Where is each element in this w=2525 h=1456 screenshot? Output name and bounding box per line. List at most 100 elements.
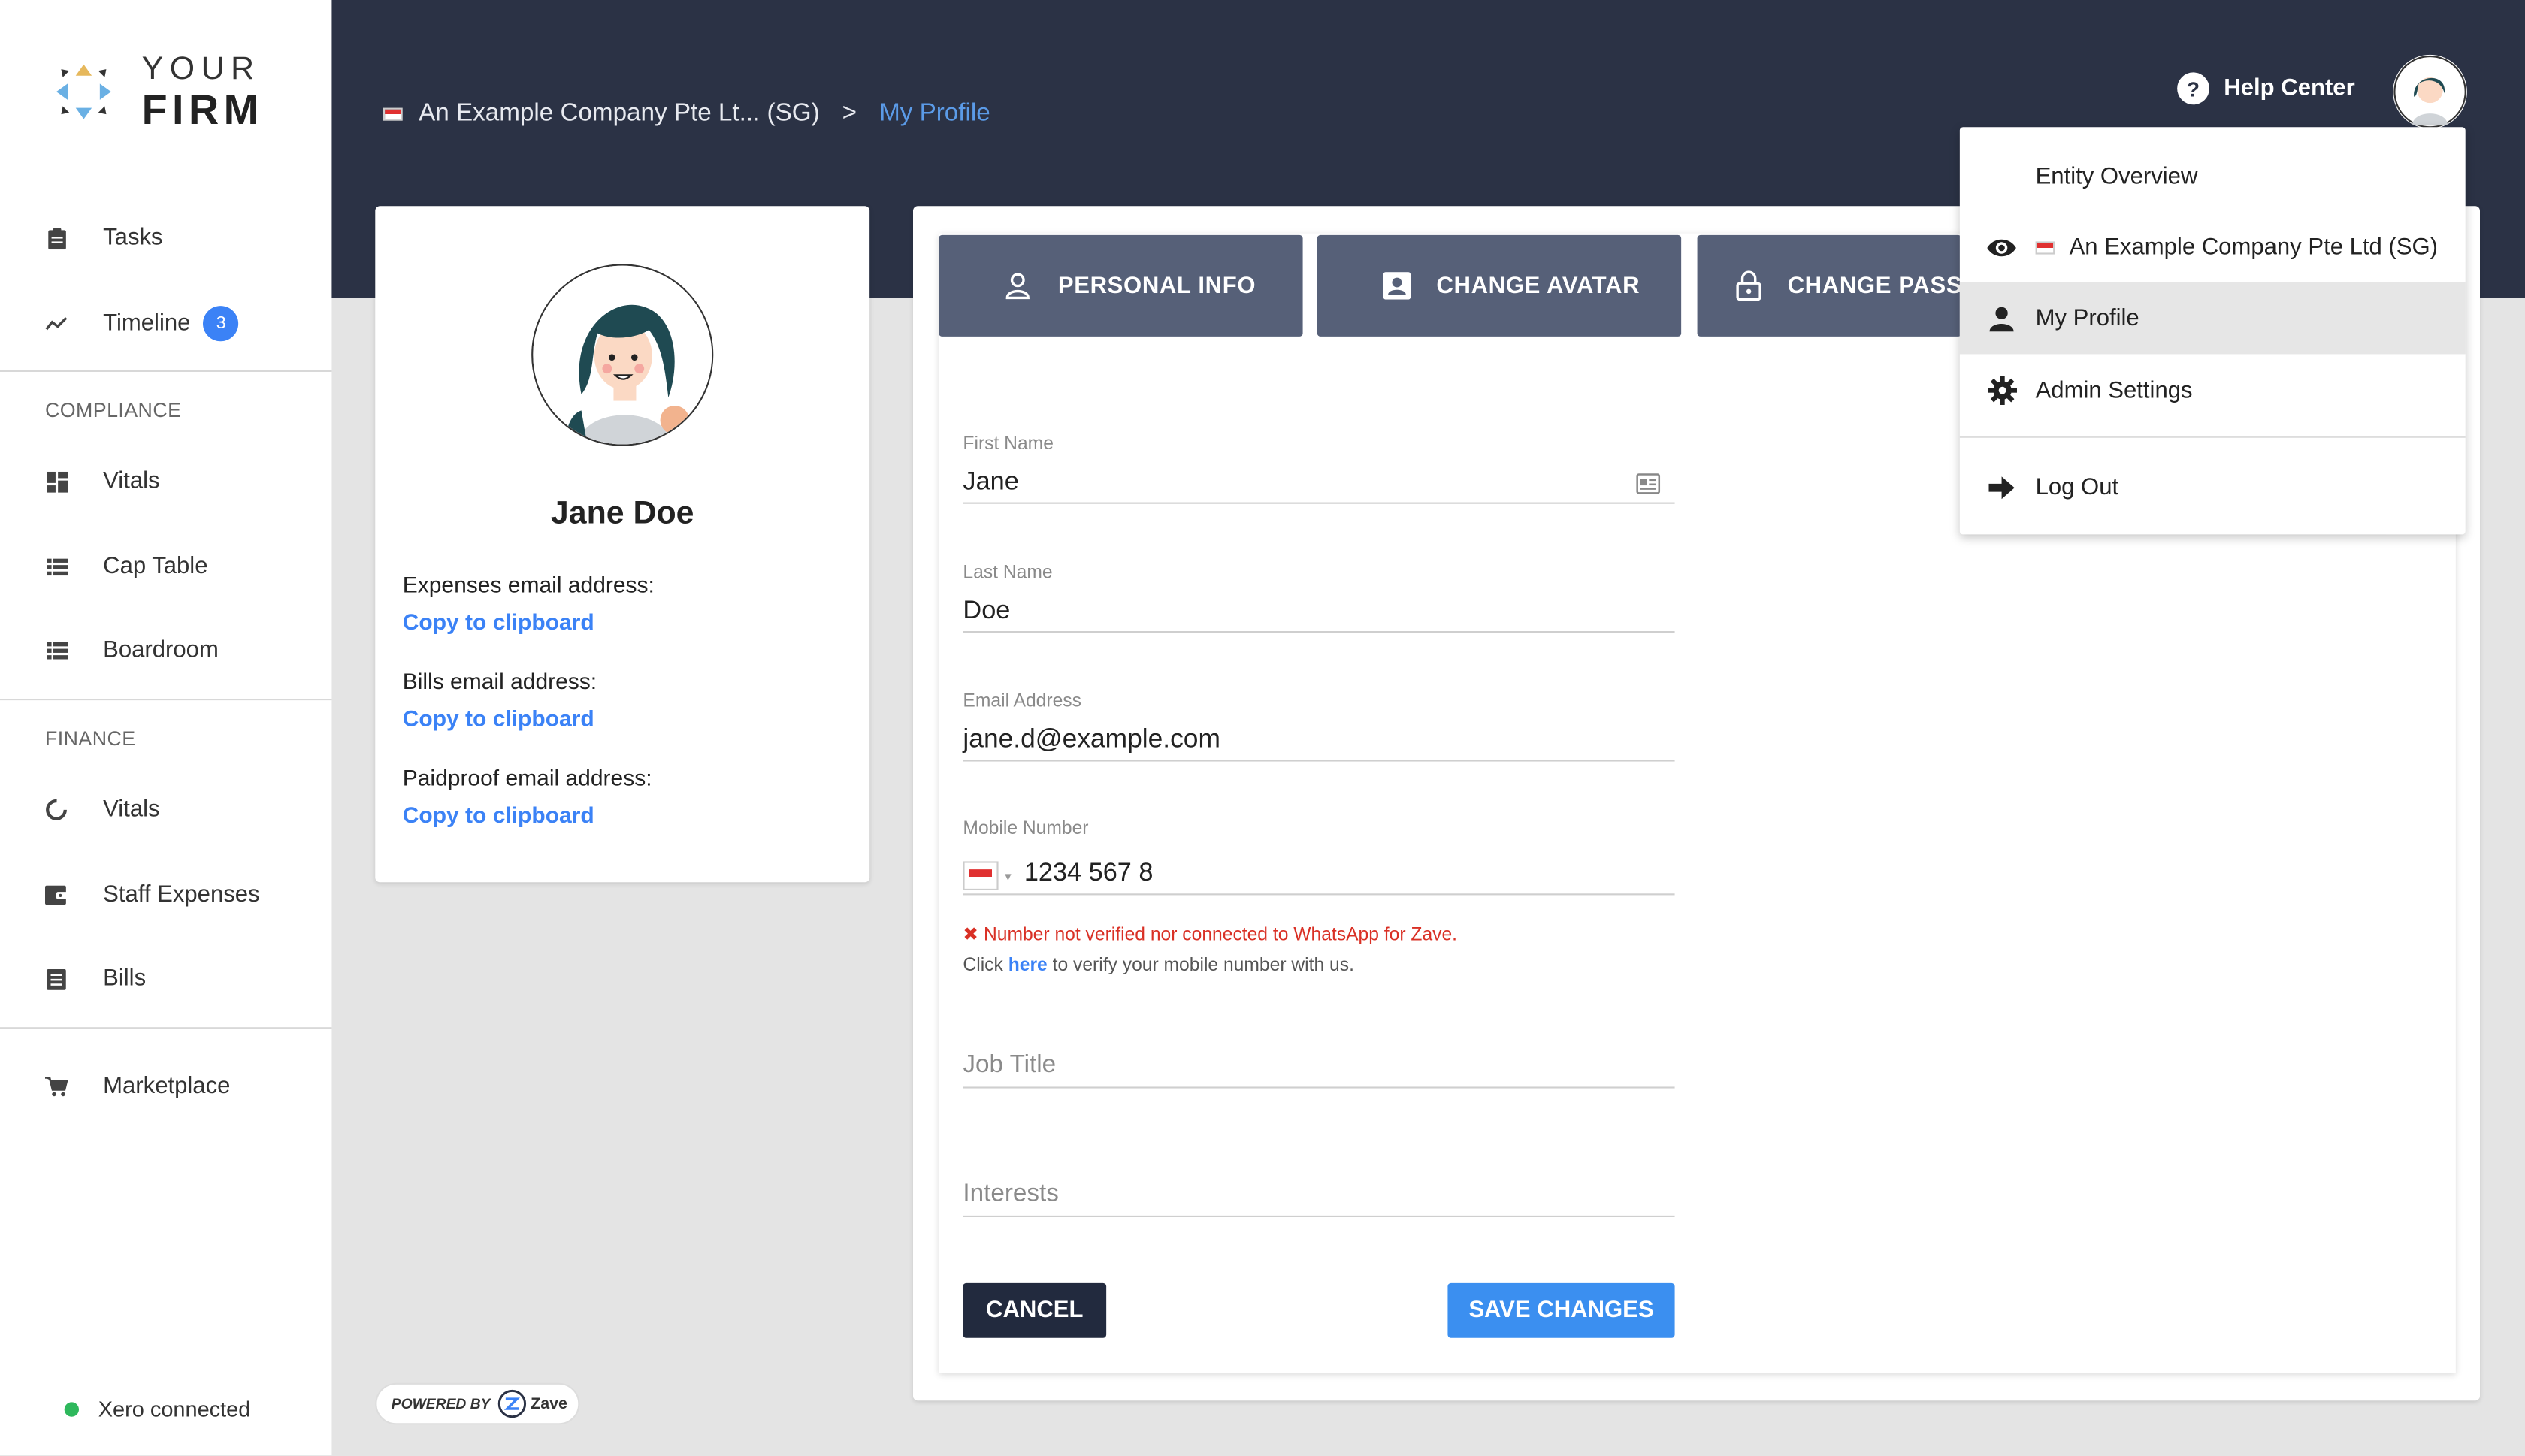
menu-item-log-out[interactable]: Log Out xyxy=(1960,451,2466,523)
person-icon xyxy=(1985,302,2018,334)
sidebar-item-marketplace[interactable]: Marketplace xyxy=(0,1055,331,1119)
interests-input[interactable]: Interests xyxy=(963,1180,1058,1210)
mobile-label: Mobile Number xyxy=(963,819,1089,839)
menu-divider xyxy=(1959,436,2466,438)
mobile-error-text: Number not verified nor connected to Wha… xyxy=(983,926,1458,945)
tab-personal-info[interactable]: PERSONAL INFO xyxy=(939,234,1303,337)
sidebar-item-staff-expenses[interactable]: Staff Expenses xyxy=(0,863,331,928)
sidebar-item-cap-table[interactable]: Cap Table xyxy=(0,534,331,599)
menu-item-my-profile[interactable]: My Profile xyxy=(1959,282,2466,355)
sidebar-item-label: Bills xyxy=(103,965,147,992)
job-title-input[interactable]: Job Title xyxy=(963,1051,1056,1080)
sidebar-item-timeline[interactable]: Timeline 3 xyxy=(0,292,331,356)
breadcrumb-company[interactable]: An Example Company Pte Lt... (SG) xyxy=(419,100,820,129)
divider xyxy=(0,1027,332,1029)
list-icon xyxy=(45,555,68,578)
divider xyxy=(0,699,332,701)
section-label-compliance: COMPLIANCE xyxy=(45,399,182,422)
sidebar-item-label: Tasks xyxy=(103,225,163,252)
menu-item-entity-overview[interactable]: Entity Overview xyxy=(1960,140,2466,212)
list-icon xyxy=(45,639,68,662)
sidebar-item-finance-vitals[interactable]: Vitals xyxy=(0,778,331,842)
tab-label: CHANGE AVATAR xyxy=(1436,273,1640,299)
email-underline xyxy=(963,760,1675,762)
chevron-down-icon[interactable]: ▾ xyxy=(1005,869,1012,884)
first-name-underline xyxy=(963,502,1675,504)
tab-label: CHANGE PASSW xyxy=(1787,273,1961,299)
first-name-label: First Name xyxy=(963,434,1054,455)
job-title-underline xyxy=(963,1086,1675,1089)
powered-by-text: POWERED BY xyxy=(391,1395,491,1412)
zave-logo: Zave xyxy=(497,1389,567,1418)
menu-item-company[interactable]: An Example Company Pte Ltd (SG) xyxy=(1960,211,2466,283)
logo-icon xyxy=(48,56,119,127)
breadcrumb-current[interactable]: My Profile xyxy=(879,100,990,129)
wallet-icon xyxy=(45,884,68,906)
country-select[interactable] xyxy=(963,861,999,890)
mobile-input[interactable]: 1234 567 8 xyxy=(1024,859,1154,889)
logo[interactable]: YOUR FIRM xyxy=(48,53,263,131)
error-x-icon: ✖ xyxy=(963,926,979,945)
profile-card: Jane Doe Expenses email address: Copy to… xyxy=(375,206,870,883)
menu-item-label: Log Out xyxy=(2035,474,2119,500)
sidebar-item-label: Cap Table xyxy=(103,554,208,580)
powered-by-badge[interactable]: POWERED BY Zave xyxy=(375,1382,580,1425)
status-dot xyxy=(64,1402,79,1417)
mobile-error: ✖ Number not verified nor connected to W… xyxy=(963,923,1457,945)
lock-icon xyxy=(1736,270,1761,301)
avatar-icon xyxy=(2393,55,2466,128)
last-name-label: Last Name xyxy=(963,563,1053,583)
sidebar-item-label: Marketplace xyxy=(103,1074,231,1100)
user-avatar-button[interactable] xyxy=(2393,54,2467,129)
last-name-input[interactable]: Doe xyxy=(963,597,1010,627)
paidproof-email-label: Paidproof email address: xyxy=(402,764,652,791)
first-name-input[interactable]: Jane xyxy=(963,469,1018,498)
bills-email-label: Bills email address: xyxy=(402,668,597,694)
sidebar-item-tasks[interactable]: Tasks xyxy=(0,206,331,270)
help-center-button[interactable]: ? Help Center xyxy=(2177,72,2355,105)
menu-item-label: Admin Settings xyxy=(2035,377,2193,403)
copy-paidproof-email-link[interactable]: Copy to clipboard xyxy=(403,802,594,827)
email-label: Email Address xyxy=(963,692,1081,712)
sidebar-item-label: Vitals xyxy=(103,468,160,494)
timeline-badge: 3 xyxy=(203,306,239,342)
xero-status-text: Xero connected xyxy=(98,1397,251,1422)
receipt-icon xyxy=(45,968,68,990)
section-label-finance: FINANCE xyxy=(45,727,136,751)
tab-change-password[interactable]: CHANGE PASSW xyxy=(1697,234,1961,337)
help-center-label: Help Center xyxy=(2224,75,2355,101)
verify-link[interactable]: here xyxy=(1008,956,1048,976)
verify-hint: Click here to verify your mobile number … xyxy=(963,956,1354,976)
last-name-underline xyxy=(963,631,1675,633)
sg-flag-icon xyxy=(969,868,992,884)
sidebar-item-label: Staff Expenses xyxy=(103,882,260,908)
menu-item-label: An Example Company Pte Ltd (SG) xyxy=(2069,234,2439,261)
menu-item-company-wrap: An Example Company Pte Ltd (SG) xyxy=(2035,234,2439,261)
sidebar-item-label: Boardroom xyxy=(103,637,219,663)
sidebar-item-bills[interactable]: Bills xyxy=(0,947,331,1011)
cancel-button[interactable]: CANCEL xyxy=(963,1282,1107,1338)
sidebar-item-compliance-vitals[interactable]: Vitals xyxy=(0,449,331,514)
sidebar-item-label: Vitals xyxy=(103,796,160,823)
profile-avatar xyxy=(531,264,714,446)
divider xyxy=(0,370,332,372)
sidebar: YOUR FIRM Tasks Timeline 3 COMPLIANCE Vi… xyxy=(0,0,332,1456)
clipboard-icon xyxy=(45,227,68,250)
email-input[interactable]: jane.d@example.com xyxy=(963,724,1220,755)
sg-flag-icon xyxy=(2035,240,2055,254)
sidebar-item-boardroom[interactable]: Boardroom xyxy=(0,618,331,683)
menu-item-admin-settings[interactable]: Admin Settings xyxy=(1960,354,2466,426)
donut-icon xyxy=(45,799,68,821)
save-changes-button[interactable]: SAVE CHANGES xyxy=(1447,1282,1675,1338)
copy-bills-email-link[interactable]: Copy to clipboard xyxy=(403,705,594,731)
person-outline-icon xyxy=(1003,271,1033,301)
arrow-right-icon xyxy=(1985,471,2018,503)
breadcrumb-separator: > xyxy=(842,99,857,128)
menu-item-label: Entity Overview xyxy=(2035,163,2198,189)
contact-card-icon[interactable] xyxy=(1636,473,1661,494)
copy-expenses-email-link[interactable]: Copy to clipboard xyxy=(403,609,594,634)
expenses-email-label: Expenses email address: xyxy=(402,571,655,597)
sidebar-item-label: Timeline xyxy=(103,310,191,337)
tab-change-avatar[interactable]: CHANGE AVATAR xyxy=(1317,234,1682,337)
verify-suffix: to verify your mobile number with us. xyxy=(1052,956,1354,976)
